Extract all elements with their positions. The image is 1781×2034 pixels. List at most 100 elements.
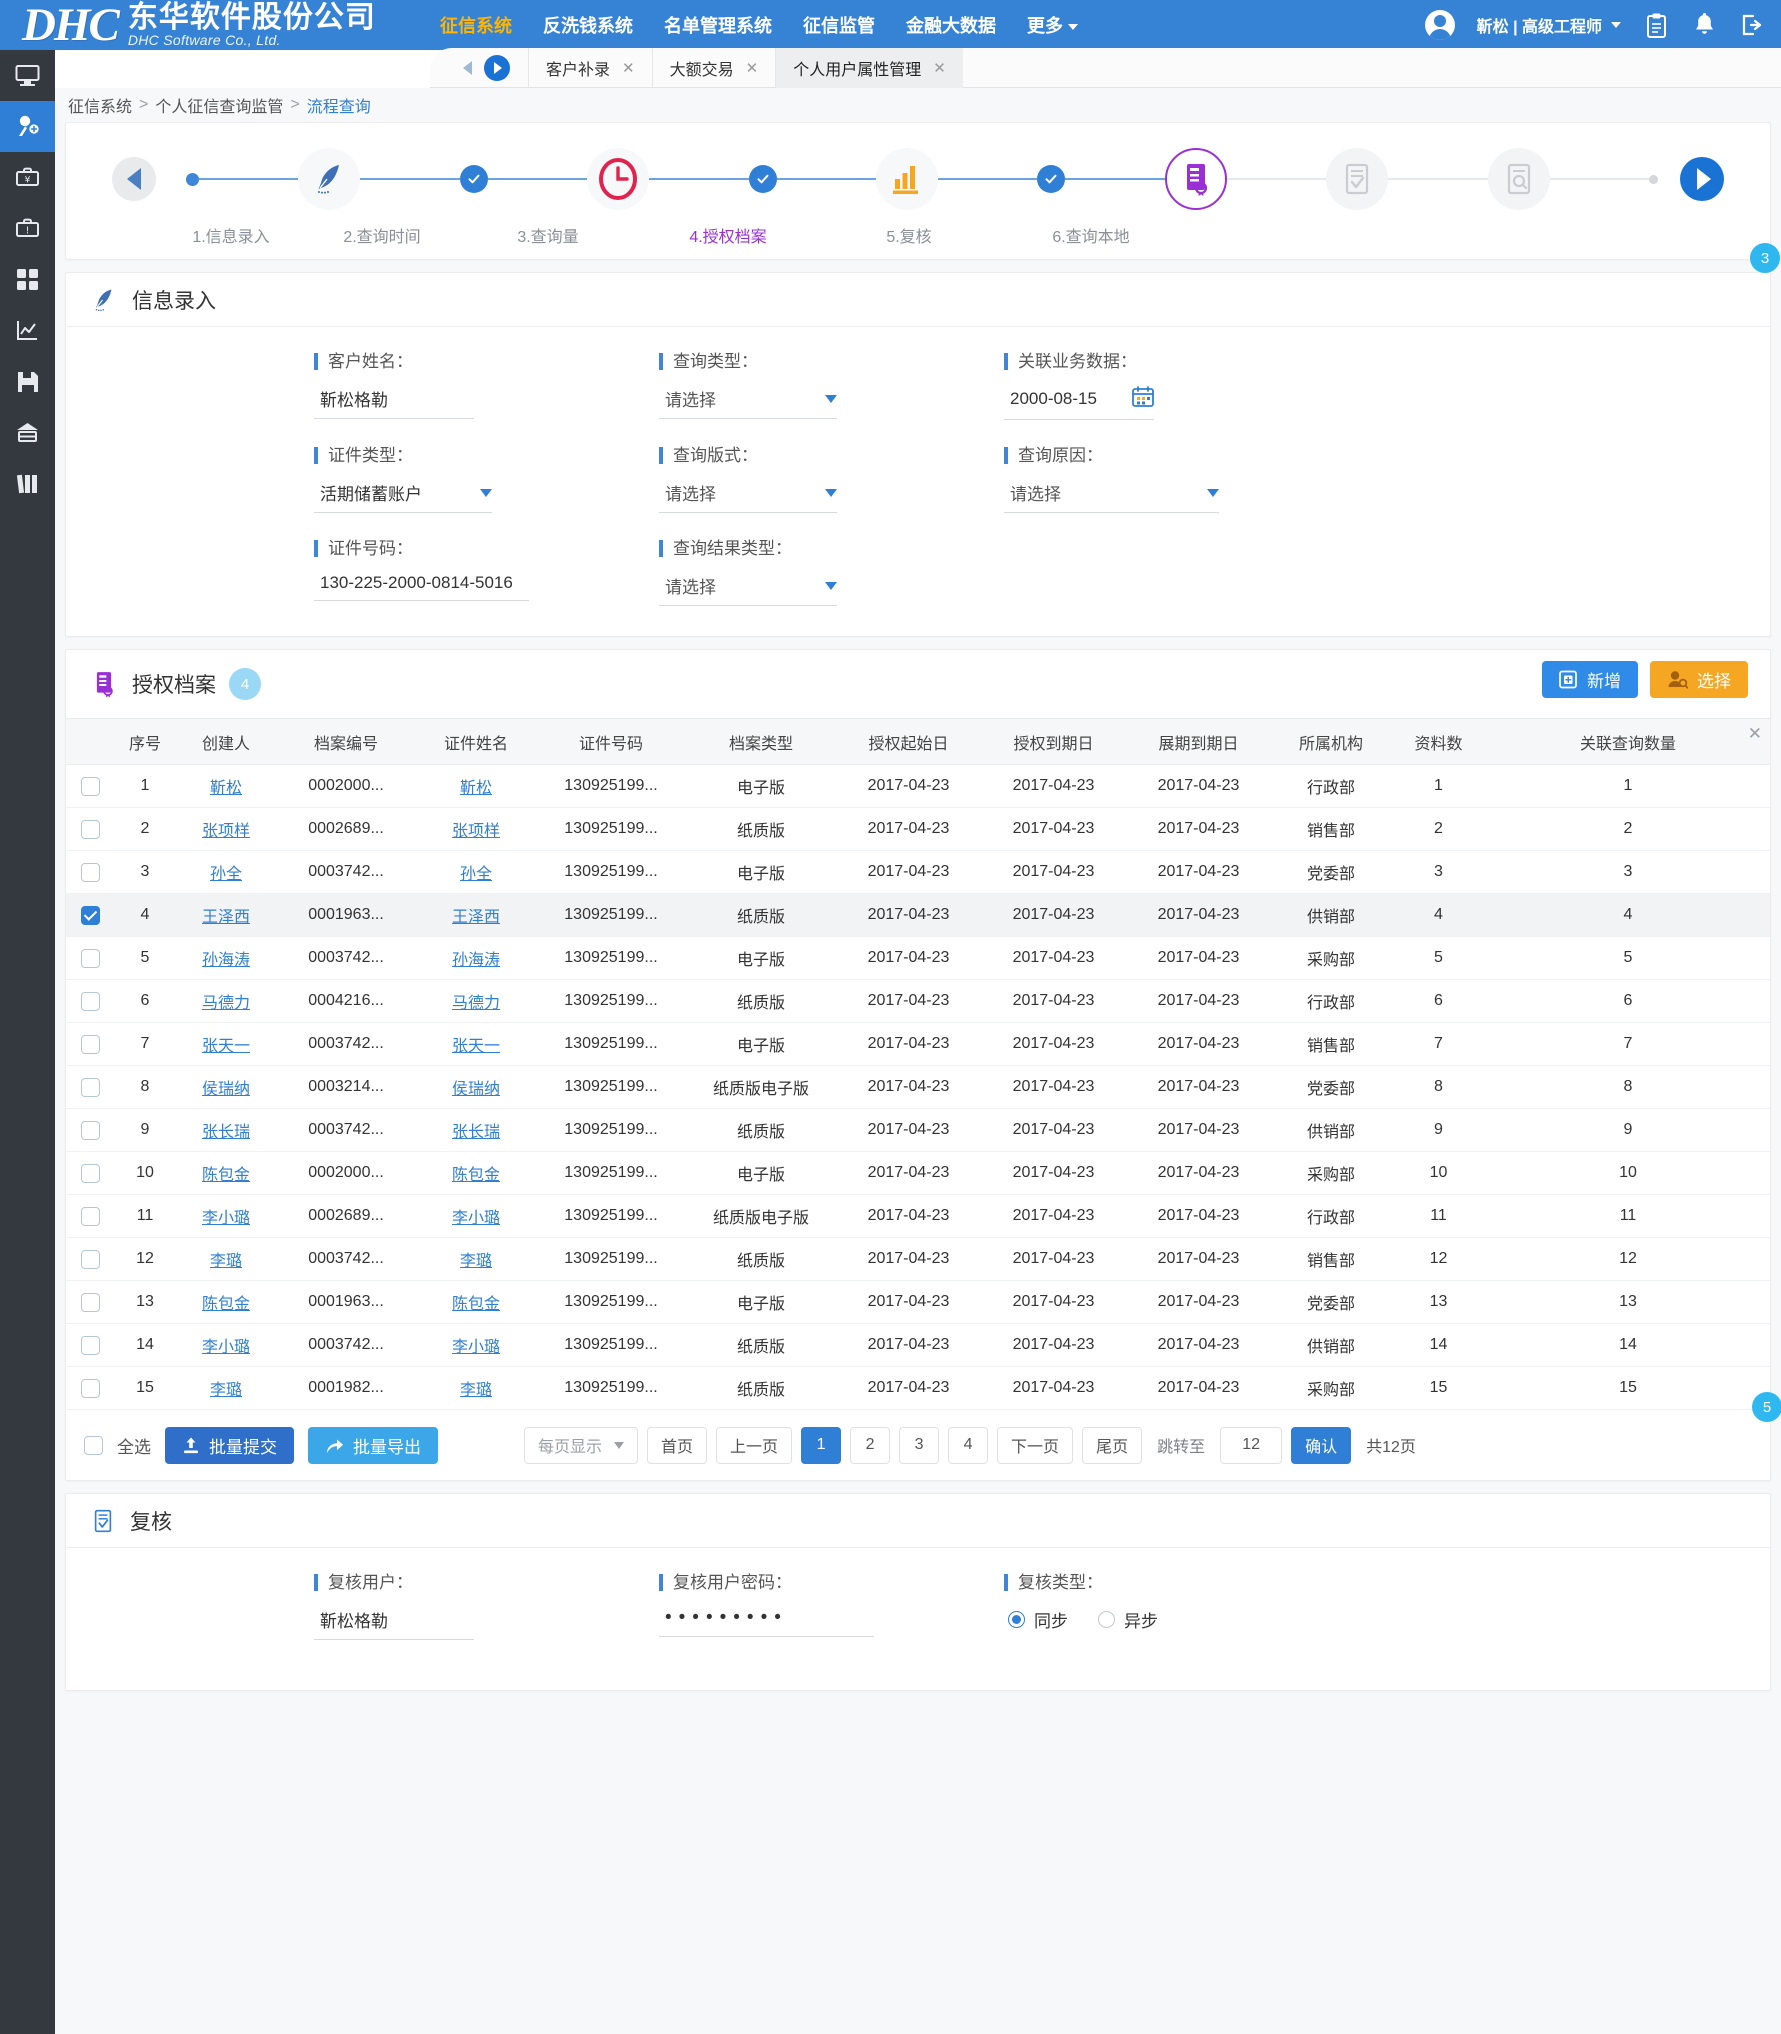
breadcrumb-root[interactable]: 征信系统 <box>68 93 132 117</box>
row-checkbox[interactable] <box>81 1121 100 1140</box>
table-row[interactable]: 4王泽西0001963...王泽西130925199...纸质版2017-04-… <box>66 894 1770 937</box>
creator-link[interactable]: 李小璐 <box>202 1210 250 1227</box>
creator-link[interactable]: 张项样 <box>202 823 250 840</box>
row-checkbox[interactable] <box>81 1207 100 1226</box>
confirm-button[interactable]: 确认 <box>1291 1427 1351 1464</box>
row-checkbox[interactable] <box>81 1336 100 1355</box>
query-reason-select[interactable]: 请选择 <box>1004 480 1219 513</box>
nav-item-credit-system[interactable]: 征信系统 <box>440 12 512 38</box>
creator-link[interactable]: 孙海涛 <box>202 952 250 969</box>
row-checkbox[interactable] <box>81 1164 100 1183</box>
table-row[interactable]: 14李小璐0003742...李小璐130925199...纸质版2017-04… <box>66 1324 1770 1367</box>
row-checkbox[interactable] <box>81 863 100 882</box>
creator-link[interactable]: 李璐 <box>210 1253 242 1270</box>
step-node-3[interactable] <box>876 148 938 210</box>
nav-item-credit-supervision[interactable]: 征信监管 <box>803 12 875 38</box>
cert-name-link[interactable]: 陈包金 <box>452 1296 500 1313</box>
col-archive-code[interactable]: 档案编号 <box>276 719 416 765</box>
cert-name-link[interactable]: 李璐 <box>460 1253 492 1270</box>
tabs-scroll-left-button[interactable] <box>454 55 480 81</box>
first-page-button[interactable]: 首页 <box>647 1427 707 1464</box>
creator-link[interactable]: 王泽西 <box>202 909 250 926</box>
bell-icon[interactable] <box>1691 11 1717 39</box>
table-row[interactable]: 2张项样0002689...张项样130925199...纸质版2017-04-… <box>66 808 1770 851</box>
page-button-3[interactable]: 3 <box>899 1427 939 1464</box>
row-checkbox[interactable] <box>81 777 100 796</box>
creator-link[interactable]: 侯瑞纳 <box>202 1081 250 1098</box>
clipboard-icon[interactable] <box>1643 11 1669 39</box>
result-type-select[interactable]: 请选择 <box>659 573 837 606</box>
page-size-select[interactable]: 每页显示 <box>524 1427 638 1464</box>
col-creator[interactable]: 创建人 <box>176 719 276 765</box>
cert-name-link[interactable]: 孙海涛 <box>452 952 500 969</box>
sidebar-item-monitor[interactable] <box>0 50 55 101</box>
col-auth-start[interactable]: 授权起始日 <box>836 719 981 765</box>
step-node-2[interactable] <box>587 148 649 210</box>
cert-name-link[interactable]: 张长瑞 <box>452 1124 500 1141</box>
page-button-2[interactable]: 2 <box>850 1427 890 1464</box>
table-row[interactable]: 9张长瑞0003742...张长瑞130925199...纸质版2017-04-… <box>66 1109 1770 1152</box>
avatar[interactable] <box>1425 10 1455 40</box>
cert-name-link[interactable]: 李小璐 <box>452 1339 500 1356</box>
creator-link[interactable]: 李小璐 <box>202 1339 250 1356</box>
page-button-4[interactable]: 4 <box>948 1427 988 1464</box>
table-row[interactable]: 7张天一0003742...张天一130925199...电子版2017-04-… <box>66 1023 1770 1066</box>
table-row[interactable]: 13陈包金0001963...陈包金130925199...电子版2017-04… <box>66 1281 1770 1324</box>
table-row[interactable]: 10陈包金0002000...陈包金130925199...电子版2017-04… <box>66 1152 1770 1195</box>
col-select-all[interactable] <box>66 719 114 765</box>
cert-name-link[interactable]: 李小璐 <box>452 1210 500 1227</box>
cert-number-input[interactable]: 130-225-2000-0814-5016 <box>314 573 529 601</box>
sidebar-item-grid[interactable] <box>0 254 55 305</box>
cert-name-link[interactable]: 孙全 <box>460 866 492 883</box>
step-node-1[interactable] <box>298 148 360 210</box>
stepper-prev-button[interactable] <box>112 157 156 201</box>
row-checkbox[interactable] <box>81 992 100 1011</box>
sidebar-item-briefcase-alert[interactable]: ! <box>0 203 55 254</box>
stepper-next-button[interactable] <box>1680 157 1724 201</box>
page-button-1[interactable]: 1 <box>801 1427 841 1464</box>
sidebar-item-books[interactable] <box>0 458 55 509</box>
table-row[interactable]: 12李璐0003742...李璐130925199...纸质版2017-04-2… <box>66 1238 1770 1281</box>
col-related-query-count[interactable]: 关联查询数量 ✕ <box>1486 719 1770 765</box>
col-auth-end[interactable]: 授权到期日 <box>981 719 1126 765</box>
col-ext-end[interactable]: 展期到期日 <box>1126 719 1271 765</box>
creator-link[interactable]: 李璐 <box>210 1382 242 1399</box>
table-row[interactable]: 11李小璐0002689...李小璐130925199...纸质版电子版2017… <box>66 1195 1770 1238</box>
col-doc-count[interactable]: 资料数 <box>1391 719 1486 765</box>
cert-type-select[interactable]: 活期储蓄账户 <box>314 480 492 513</box>
tab-customer-supplement[interactable]: 客户补录 ✕ <box>528 48 652 88</box>
sidebar-item-user-add[interactable] <box>0 101 55 152</box>
review-type-sync[interactable]: 同步 <box>1008 1607 1068 1632</box>
prev-page-button[interactable]: 上一页 <box>716 1427 792 1464</box>
review-user-input[interactable]: 靳松格勒 <box>314 1607 474 1640</box>
row-checkbox[interactable] <box>81 1250 100 1269</box>
row-checkbox[interactable] <box>81 949 100 968</box>
related-business-date-input[interactable]: 2000-08-15 <box>1004 386 1154 420</box>
nav-item-more[interactable]: 更多 <box>1027 12 1078 38</box>
close-icon[interactable]: ✕ <box>622 59 635 77</box>
logout-icon[interactable] <box>1739 11 1765 39</box>
cert-name-link[interactable]: 马德力 <box>452 995 500 1012</box>
table-row[interactable]: 5孙海涛0003742...孙海涛130925199...电子版2017-04-… <box>66 937 1770 980</box>
creator-link[interactable]: 陈包金 <box>202 1296 250 1313</box>
cert-name-link[interactable]: 靳松 <box>460 780 492 797</box>
select-all-checkbox[interactable] <box>84 1436 103 1455</box>
batch-submit-button[interactable]: 批量提交 <box>165 1427 294 1464</box>
nav-item-list-management[interactable]: 名单管理系统 <box>664 12 772 38</box>
brand-logo[interactable]: DHC 东华软件股份公司 DHC Software Co., Ltd. <box>0 0 430 50</box>
nav-item-aml-system[interactable]: 反洗钱系统 <box>543 12 633 38</box>
tab-large-transaction[interactable]: 大额交易 ✕ <box>652 48 776 88</box>
tabs-scroll-right-button[interactable] <box>484 55 510 81</box>
batch-export-button[interactable]: 批量导出 <box>308 1427 438 1464</box>
table-row[interactable]: 6马德力0004216...马德力130925199...纸质版2017-04-… <box>66 980 1770 1023</box>
sidebar-item-briefcase-yen[interactable]: ¥ <box>0 152 55 203</box>
creator-link[interactable]: 张长瑞 <box>202 1124 250 1141</box>
col-cert-no[interactable]: 证件号码 <box>536 719 686 765</box>
sidebar-item-bank[interactable] <box>0 407 55 458</box>
cert-name-link[interactable]: 李璐 <box>460 1382 492 1399</box>
query-format-select[interactable]: 请选择 <box>659 480 837 513</box>
sidebar-item-chart-line[interactable] <box>0 305 55 356</box>
col-cert-name[interactable]: 证件姓名 <box>416 719 536 765</box>
last-page-button[interactable]: 尾页 <box>1082 1427 1142 1464</box>
cert-name-link[interactable]: 王泽西 <box>452 909 500 926</box>
